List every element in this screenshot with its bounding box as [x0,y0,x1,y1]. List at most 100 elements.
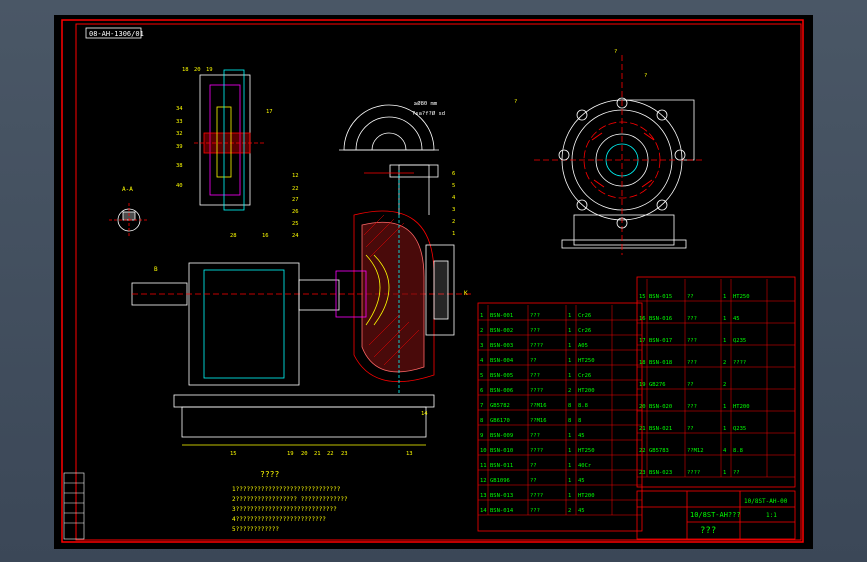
svg-text:1: 1 [452,231,455,237]
svg-text:18: 18 [182,67,189,73]
table-cell: 18 [639,360,646,366]
table-cell: BSN-014 [490,508,514,514]
svg-text:12: 12 [292,173,299,179]
table-cell: 45 [578,508,585,514]
table-cell: ???? [687,470,700,476]
table-cell: BSN-011 [490,463,513,469]
table-cell: 11 [480,463,487,469]
table-cell: Cr26 [578,313,591,319]
table-cell: 13 [480,493,487,499]
table-cell: 1 [568,313,571,319]
table-cell: 1 [480,313,483,319]
note-4: 4????????????????????????? [232,516,326,523]
table-cell: BSN-013 [490,493,513,499]
table-cell: BSN-018 [649,360,672,366]
table-cell: ?? [530,463,537,469]
table-cell: 23 [639,470,646,476]
table-cell: 20 [639,404,646,410]
table-cell: GB1096 [490,478,510,484]
table-cell: ??? [530,433,540,439]
table-cell: HT200 [733,404,750,410]
table-cell: BSN-009 [490,433,513,439]
table-cell: ???? [530,448,543,454]
table-cell: HT250 [733,294,750,300]
title-company: ??? [700,526,716,536]
note-1: 1????????????????????????????? [232,486,341,493]
margin-strip-lines [64,482,84,524]
svg-text:19: 19 [206,67,213,73]
svg-text:21: 21 [314,451,321,457]
end-view [534,55,704,255]
svg-text:13: 13 [406,451,413,457]
table-cell: 4 [723,448,727,454]
note-5: 5???????????? [232,526,279,533]
table-cell: ???? [530,388,543,394]
table-cell: BSN-003 [490,343,513,349]
table-cell: 3 [480,343,483,349]
svg-text:19: 19 [287,451,294,457]
table-cell: ??? [687,338,697,344]
table-cell: 1 [568,373,571,379]
svg-text:6: 6 [452,171,455,177]
table-cell: 2 [480,328,483,334]
table-cell: 7 [480,403,483,409]
table-cell: ?? [687,294,694,300]
svg-text:24: 24 [292,233,299,239]
svg-text:22: 22 [292,186,299,192]
table-cell: 1 [568,478,571,484]
table-cell: 14 [480,508,487,514]
table-cell: 15 [639,294,646,300]
table-cell: 2 [568,508,571,514]
table-cell: HT250 [578,358,595,364]
svg-text:22: 22 [327,451,334,457]
table-cell: 21 [639,426,646,432]
table-cell: ?? [687,382,694,388]
end-view-dims: ??? [514,49,647,105]
table-cell: ?? [733,470,740,476]
drawing-svg: 08-AH-1306/01 18 20 19 343332 393840 17 A-… [61,19,804,543]
table-cell: 1 [723,338,726,344]
svg-text:?: ? [644,73,647,79]
table-cell: BSN-021 [649,426,672,432]
table-cell: 2 [723,360,726,366]
table-cell: 1 [723,470,726,476]
table-cell: 1 [568,343,571,349]
table-cell: HT250 [578,448,595,454]
table-cell: ??? [530,313,540,319]
table-cell: ???? [733,360,746,366]
table-cell: BSN-017 [649,338,672,344]
table-cell: BSN-006 [490,388,513,394]
table-cell: BSN-020 [649,404,672,410]
table-cell: 1 [568,433,571,439]
table-cell: 45 [733,316,740,322]
table-cell: 9 [480,433,483,439]
table-cell: BSN-004 [490,358,514,364]
svg-text:32: 32 [176,131,183,137]
table-cell: 6 [480,388,483,394]
table-cell: HT200 [578,493,595,499]
detail-view-seal [194,69,264,211]
svg-text:4: 4 [452,195,456,201]
dim-text-top: ≥Ø80 mm [414,100,438,107]
svg-text:27: 27 [292,197,299,203]
svg-text:34: 34 [176,106,183,112]
svg-text:?: ? [614,49,617,55]
svg-text:20: 20 [301,451,308,457]
svg-text:?: ? [514,99,517,105]
table-cell: ??M12 [687,448,704,454]
svg-text:14: 14 [421,411,428,417]
table-cell: 8.8 [733,448,743,454]
svg-text:3: 3 [452,207,455,213]
bom-left-rows: 1 BSN-001??? 1 Cr26 2 BSN-002??? 1 Cr26 3 BSN-003… [478,305,642,516]
svg-text:26: 26 [292,209,299,215]
view-label-k: K [464,290,468,297]
table-cell: GB5782 [490,403,510,409]
table-cell: GB276 [649,382,666,388]
table-cell: 1 [568,463,571,469]
table-cell: 1 [723,316,726,322]
svg-text:20: 20 [194,67,201,73]
drawing-sheet[interactable]: 08-AH-1306/01 18 20 19 34 33 32 39 38 40 17 A-… [54,15,813,549]
table-cell: 4 [480,358,484,364]
table-cell: 10 [480,448,487,454]
table-cell: BSN-023 [649,470,672,476]
